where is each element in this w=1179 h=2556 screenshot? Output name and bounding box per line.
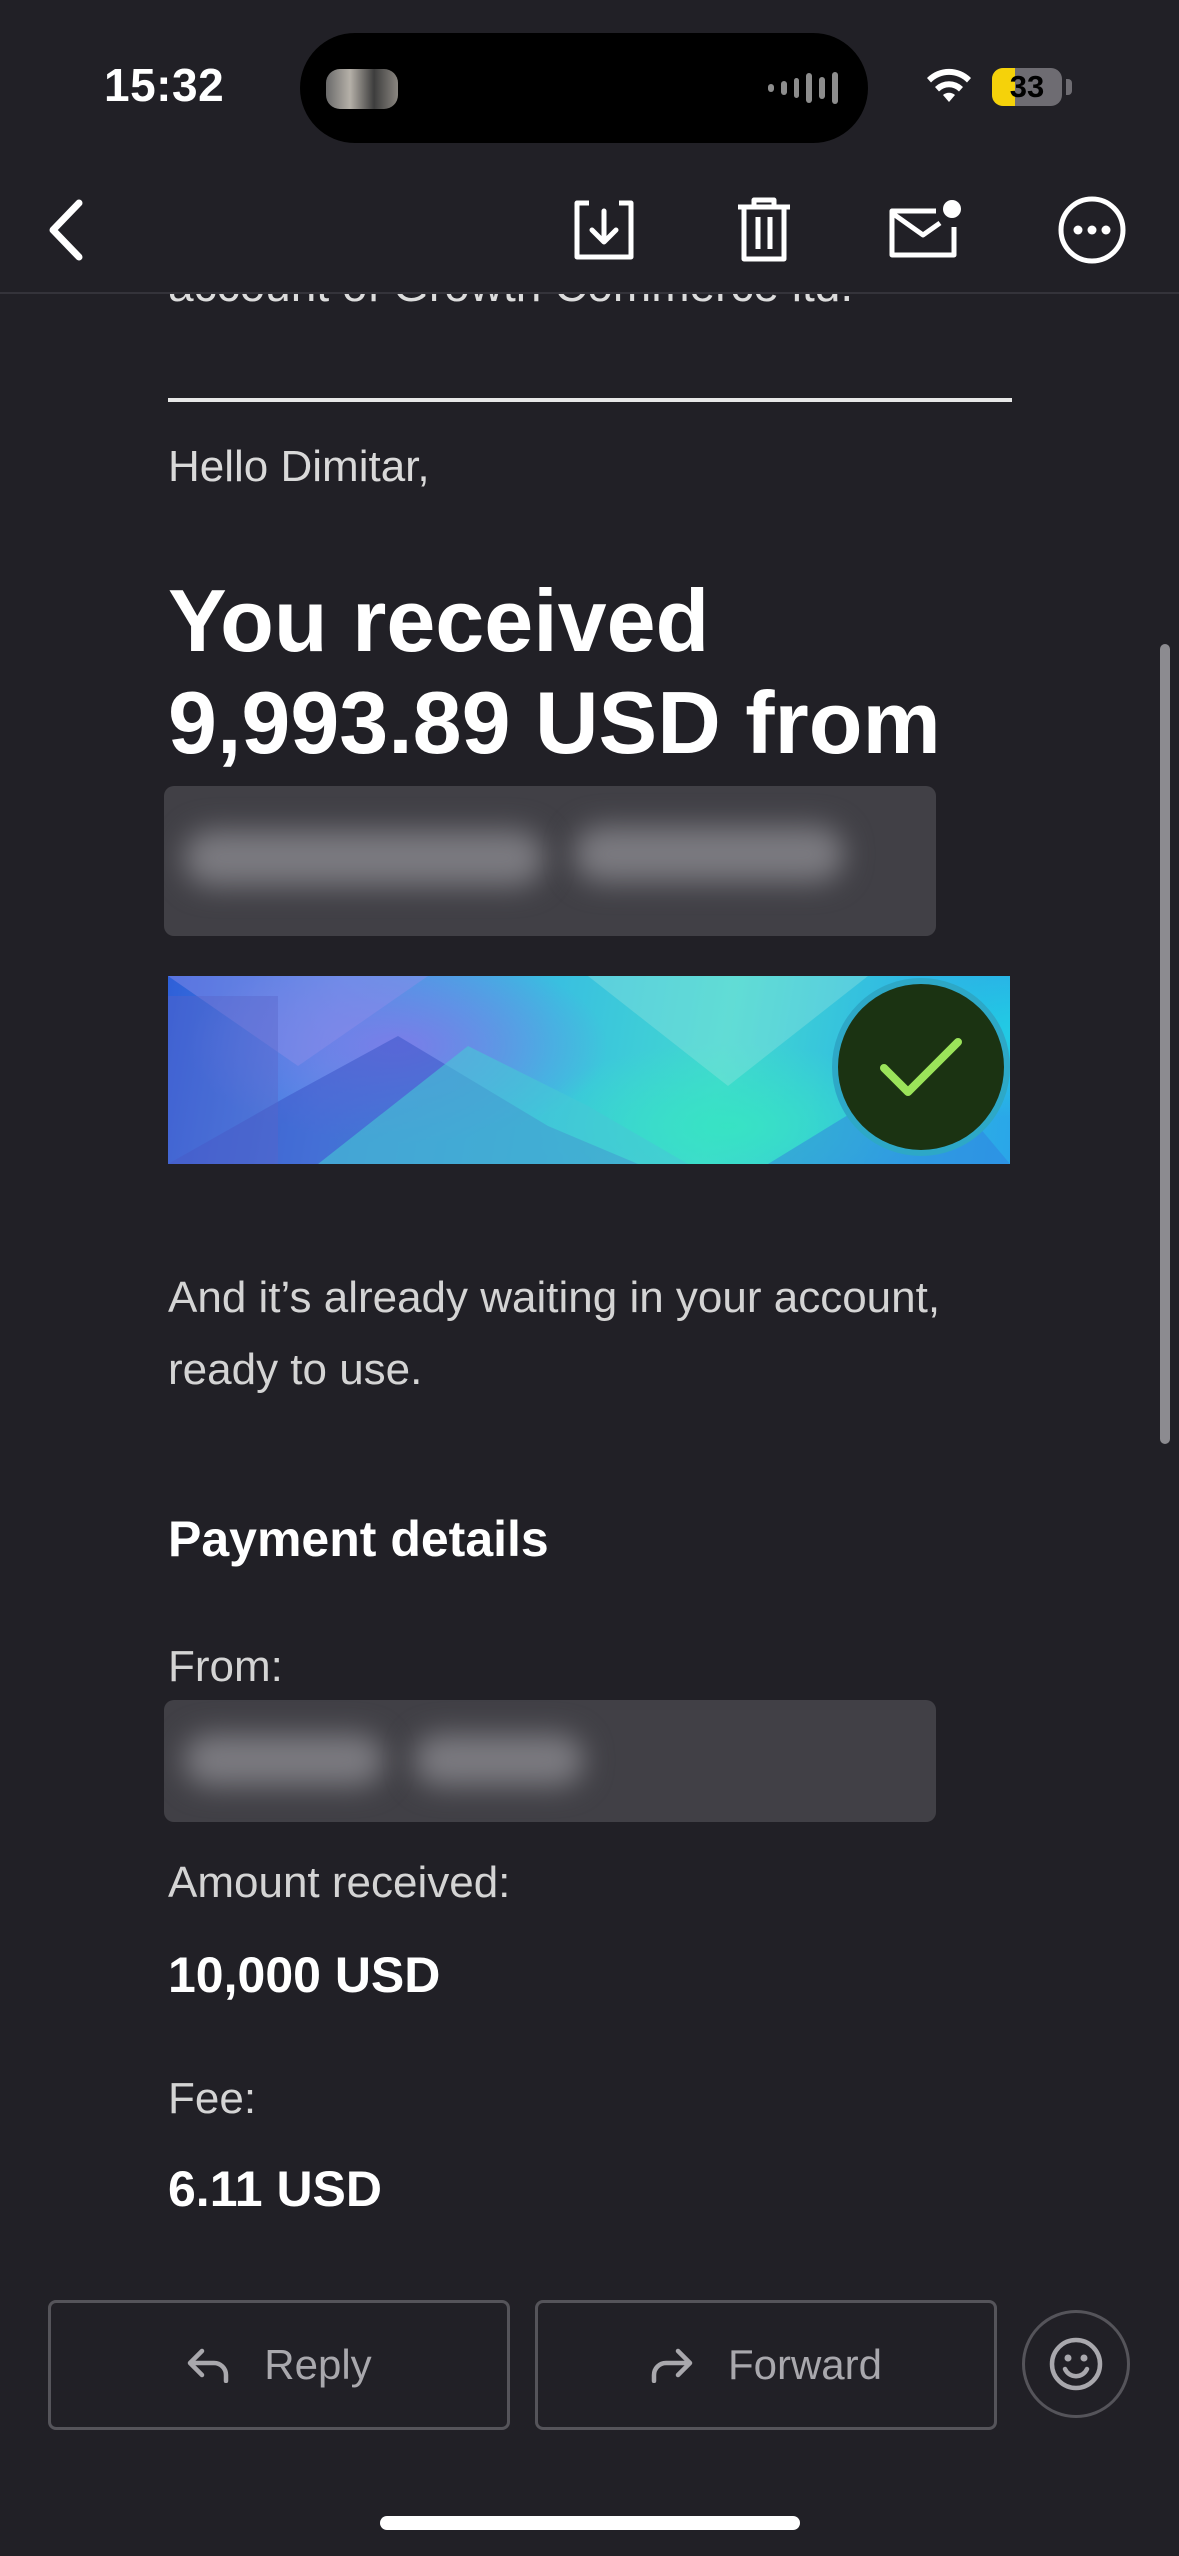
headline-amount-line: 9,993.89 USD from	[168, 673, 941, 772]
divider	[168, 398, 1012, 402]
battery-icon: 33	[992, 68, 1062, 106]
received-headline: You received 9,993.89 USD from	[168, 570, 1068, 774]
forward-icon	[651, 2348, 693, 2383]
reply-label: Reply	[264, 2341, 372, 2388]
mark-unread-icon	[889, 200, 961, 258]
amount-received-label: Amount received:	[168, 1858, 511, 1907]
audio-waveform-icon	[768, 71, 838, 105]
email-body[interactable]: account of Growth Commerce ltd. Hello Di…	[0, 294, 1179, 2274]
more-icon	[1058, 196, 1126, 264]
greeting: Hello Dimitar,	[168, 442, 430, 491]
now-playing-thumbnail	[326, 69, 398, 109]
from-label: From:	[168, 1642, 283, 1691]
emoji-reaction-button[interactable]	[1022, 2310, 1130, 2418]
delete-button[interactable]	[714, 180, 814, 280]
headline-line-1: You received	[168, 571, 710, 670]
wifi-icon	[927, 68, 971, 102]
battery-nub	[1066, 79, 1072, 95]
amount-received-value: 10,000 USD	[168, 1947, 441, 2003]
redacted-sender-name	[164, 786, 936, 936]
reply-action-bar: Reply Forward	[0, 2274, 1179, 2556]
forward-label: Forward	[727, 2341, 883, 2388]
success-check-badge	[832, 978, 1010, 1156]
dynamic-island[interactable]	[300, 33, 868, 143]
status-time: 15:32	[104, 59, 225, 111]
reply-icon	[188, 2348, 229, 2383]
archive-icon	[574, 200, 634, 260]
fee-label: Fee:	[168, 2074, 257, 2123]
clipped-text-line: account of Growth Commerce ltd.	[168, 294, 853, 312]
status-bar: 15:32 33	[0, 0, 1179, 170]
payment-details-title: Payment details	[168, 1511, 549, 1567]
email-toolbar	[0, 170, 1179, 294]
body-paragraph: And it’s already waiting in your account…	[168, 1273, 941, 1394]
scrollbar[interactable]	[1160, 644, 1170, 1444]
forward-button[interactable]: Forward	[535, 2300, 997, 2430]
mark-unread-button[interactable]	[874, 180, 974, 280]
home-indicator[interactable]	[380, 2516, 800, 2530]
fee-value: 6.11 USD	[168, 2161, 383, 2217]
smiley-icon	[1049, 2337, 1103, 2391]
trash-icon	[738, 197, 790, 262]
more-button[interactable]	[1042, 180, 1142, 280]
redacted-from-value	[164, 1700, 936, 1822]
battery-level: 33	[1009, 69, 1045, 104]
back-button[interactable]	[16, 180, 116, 280]
archive-button[interactable]	[554, 180, 654, 280]
reply-button[interactable]: Reply	[48, 2300, 510, 2430]
back-icon	[49, 199, 83, 261]
checkmark-icon	[880, 1038, 962, 1096]
